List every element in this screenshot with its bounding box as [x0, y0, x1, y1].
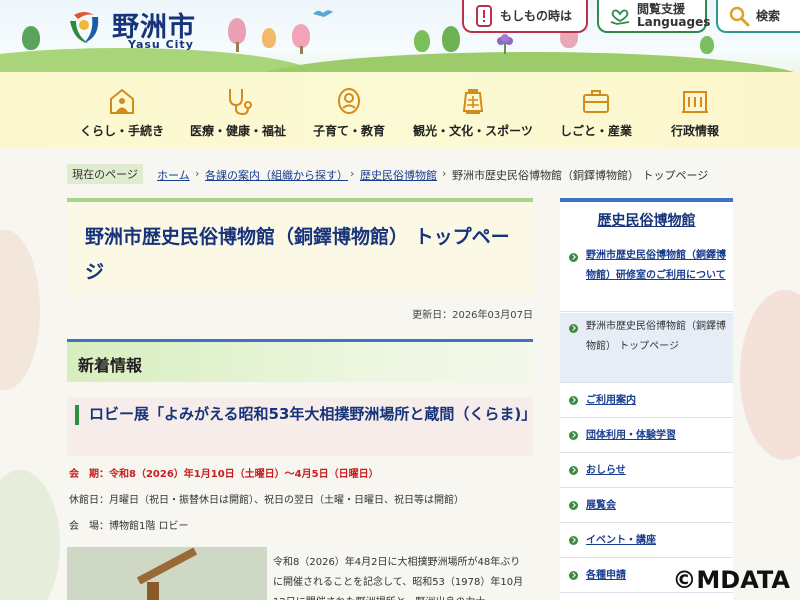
languages-button[interactable]: 閲覧支援 Languages [597, 0, 711, 33]
breadcrumb-home[interactable]: ホーム [157, 167, 190, 183]
sidebar-item-guide[interactable]: ご利用案内 [560, 384, 733, 418]
baby-icon [338, 88, 360, 114]
alert-icon [476, 4, 492, 27]
sidebar-menu: 歴史民俗博物館 野洲市歴史民俗博物館（銅鐸博物館）研修室のご利用について 野洲市… [560, 198, 733, 600]
nav-item-living[interactable]: くらし・手続き [74, 72, 170, 148]
breadcrumb-departments[interactable]: 各課の案内（組織から探す） [205, 167, 348, 183]
arrow-circle-icon [569, 571, 578, 580]
search-button[interactable]: 検索 [716, 0, 800, 33]
arrow-circle-icon [569, 501, 578, 510]
sidebar-item-notices[interactable]: おしらせ [560, 454, 733, 488]
sidebar-item-exhibitions[interactable]: 展覧会 [560, 489, 733, 523]
sidebar-item-label: 展覧会 [586, 500, 616, 511]
global-navigation: くらし・手続き 医療・健康・福祉 子育て・教育 観光・文化・スポーツ しごと・産… [0, 72, 800, 148]
nav-item-tourism[interactable]: 観光・文化・スポーツ [408, 72, 538, 148]
nav-item-health[interactable]: 医療・健康・福祉 [183, 72, 293, 148]
city-logo-icon[interactable] [64, 7, 104, 47]
stethoscope-icon [229, 89, 252, 116]
lantern-icon [462, 89, 484, 114]
breadcrumb-separator: › [350, 167, 355, 180]
sidebar-item-group-use[interactable]: 団体利用・体験学習 [560, 419, 733, 453]
venue: 会 場：博物館1階 ロビー [69, 521, 189, 532]
briefcase-icon [583, 90, 609, 113]
sidebar-item-training-room[interactable]: 野洲市歴史民俗博物館（銅鐸博物館）研修室のご利用について [560, 242, 733, 312]
hill-decoration [0, 48, 320, 72]
sidebar-item-label: 野洲市歴史民俗博物館（銅鐸博物館）研修室のご利用について [586, 250, 726, 281]
sidebar-item-events[interactable]: イベント・講座 [560, 524, 733, 558]
background-decoration [0, 230, 40, 390]
sidebar-item-label: ご利用案内 [586, 395, 636, 406]
hand-heart-icon [610, 9, 630, 25]
exhibition-photo [67, 547, 267, 600]
sidebar-item-label: 野洲市歴史民俗博物館（銅鐸博物館） トップページ [586, 321, 726, 352]
arrow-circle-icon [569, 466, 578, 475]
house-person-icon [110, 88, 134, 114]
breadcrumb-current: 野洲市歴史民俗博物館（銅鐸博物館） トップページ [452, 169, 709, 182]
breadcrumb-separator: › [442, 167, 447, 180]
article-title: ロビー展「よみがえる昭和53年大相撲野洲場所と蔵間（くらま)」 [89, 405, 537, 423]
tree-decoration [414, 30, 430, 52]
nav-item-work[interactable]: しごと・産業 [554, 72, 638, 148]
site-title-english: Yasu City [128, 38, 194, 51]
tree-decoration [292, 24, 310, 48]
nav-label: 子育て・教育 [312, 124, 385, 138]
tree-decoration [700, 36, 714, 54]
article-intro: 令和8（2026）年4月2日に大相撲野洲場所が48年ぶりに開催されることを記念し… [273, 557, 524, 600]
page-title-box: 野洲市歴史民俗博物館（銅鐸博物館） トップページ [67, 198, 533, 296]
exhibition-period: 会 期：令和8（2026）年1月10日（土曜日）～4月5日（日曜日） [69, 469, 379, 480]
search-icon [729, 6, 750, 26]
tree-decoration [22, 26, 40, 50]
sidebar-heading[interactable]: 歴史民俗博物館 [560, 198, 733, 238]
breadcrumb-museum[interactable]: 歴史民俗博物館 [360, 167, 437, 183]
nav-label: しごと・産業 [559, 124, 632, 138]
languages-label-ja: 閲覧支援 [637, 1, 686, 16]
nav-item-childcare[interactable]: 子育て・教育 [304, 72, 394, 148]
closed-days: 休館日：月曜日（祝日・振替休日は開館）、祝日の翌日（土曜・日曜日、祝日等は開館） [69, 495, 464, 506]
arrow-circle-icon [569, 431, 578, 440]
sidebar-item-label: 団体利用・体験学習 [586, 430, 676, 441]
nav-label: 観光・文化・スポーツ [413, 124, 533, 138]
tree-decoration [442, 26, 460, 52]
iris-flower-icon [497, 34, 513, 54]
search-label: 検索 [756, 9, 781, 23]
sidebar-item-label: イベント・講座 [586, 535, 656, 546]
languages-label-en: Languages [637, 14, 711, 29]
nav-label: 医療・健康・福祉 [189, 124, 286, 138]
government-building-icon [682, 91, 708, 113]
tree-decoration [228, 18, 246, 44]
arrow-circle-icon [569, 253, 578, 262]
emergency-button[interactable]: もしもの時は [462, 0, 588, 33]
nav-label: くらし・手続き [79, 124, 164, 138]
copyright-watermark: ©MDATA [672, 566, 790, 594]
nav-label: 行政情報 [670, 124, 719, 138]
nav-item-government[interactable]: 行政情報 [660, 72, 730, 148]
tree-decoration [262, 28, 276, 48]
background-decoration [740, 290, 800, 460]
emergency-label: もしもの時は [500, 9, 573, 23]
arrow-circle-icon [569, 396, 578, 405]
article-heading-box: ロビー展「よみがえる昭和53年大相撲野洲場所と蔵間（くらま)」 [67, 397, 537, 456]
breadcrumb-label: 現在のページ [67, 164, 143, 184]
sidebar-item-label: おしらせ [586, 465, 626, 476]
hill-decoration [250, 52, 800, 72]
page-title: 野洲市歴史民俗博物館（銅鐸博物館） トップページ [85, 226, 510, 283]
arrow-circle-icon [569, 324, 578, 333]
background-decoration [0, 470, 60, 600]
news-heading: 新着情報 [67, 339, 533, 382]
heading-accent-bar [75, 405, 79, 425]
arrow-circle-icon [569, 536, 578, 545]
updated-date: 更新日：2026年03月07日 [412, 310, 533, 321]
site-header: 野洲市 Yasu City もしもの時は 閲覧支援 Languages 検索 [0, 0, 800, 72]
sidebar-item-top-page[interactable]: 野洲市歴史民俗博物館（銅鐸博物館） トップページ [560, 313, 733, 383]
bird-icon [313, 10, 333, 17]
breadcrumb-separator: › [195, 167, 200, 180]
